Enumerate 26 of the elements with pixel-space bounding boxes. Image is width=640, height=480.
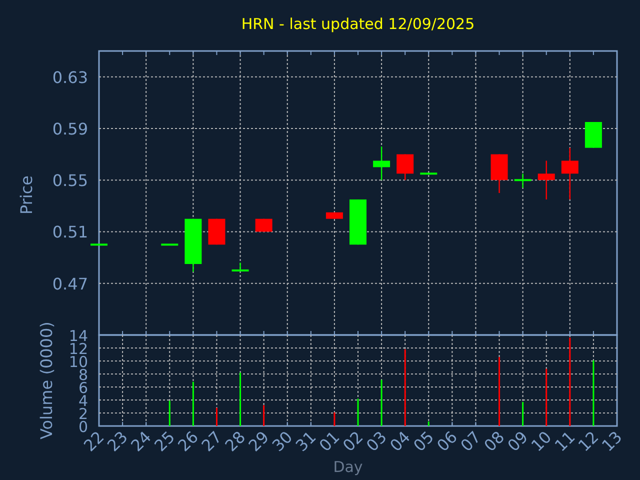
candlestick <box>514 174 532 188</box>
axis-tick-label: 0.51 <box>52 222 88 242</box>
axis-tick-label: 0.59 <box>52 119 88 138</box>
chart-title: HRN - last updated 12/09/2025 <box>241 14 475 34</box>
axis-tick-label: 0 <box>78 418 88 436</box>
axis-title: Price <box>17 175 36 215</box>
candlestick <box>208 218 226 245</box>
candlestick <box>232 262 249 272</box>
candlestick <box>90 244 108 246</box>
candlestick <box>373 146 390 180</box>
candlestick <box>396 154 414 180</box>
candlestick <box>561 148 578 200</box>
candlestick <box>255 218 272 232</box>
candlestick <box>420 172 438 175</box>
axis-tick-label: 0.47 <box>52 274 88 294</box>
candlestick <box>350 199 366 245</box>
candlestick <box>326 212 343 219</box>
axis-title: Day <box>333 458 363 476</box>
axis-title: Volume (0000) <box>37 322 56 440</box>
axis-tick-label: 0.55 <box>52 171 88 190</box>
candlestick <box>490 154 508 193</box>
candlestick <box>538 160 555 200</box>
candlestick <box>161 244 178 246</box>
axis-tick-label: 0.63 <box>52 68 88 87</box>
candlestick <box>184 218 202 272</box>
candlestick <box>584 122 602 148</box>
